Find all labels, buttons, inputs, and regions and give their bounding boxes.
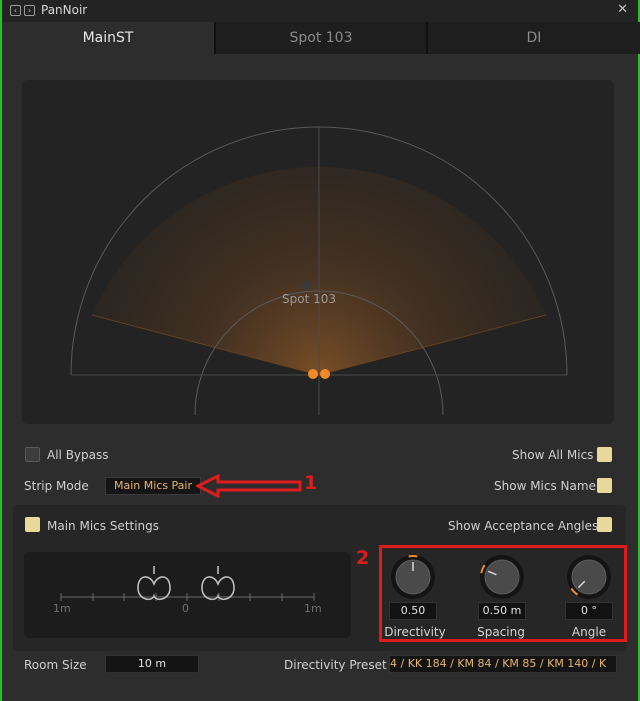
room-size-label: Room Size xyxy=(24,658,87,672)
tab-di[interactable]: DI xyxy=(426,22,640,54)
strip-mode-label: Strip Mode xyxy=(24,479,89,493)
show-mics-name-label: Show Mics Name xyxy=(494,479,596,493)
spot-mic-marker[interactable] xyxy=(301,280,311,290)
nav-next-icon[interactable]: › xyxy=(24,5,35,16)
right-mic-icon xyxy=(201,566,235,601)
scale-left-label: 1m xyxy=(53,602,71,615)
tab-mainst[interactable]: MainST xyxy=(2,22,214,54)
directivity-knob-graphic xyxy=(391,555,435,599)
scale-center-label: 0 xyxy=(182,602,189,615)
main-mics-settings-checkbox[interactable] xyxy=(25,517,40,532)
mic-spacing-graphic xyxy=(60,566,315,601)
window-title: PanNoir xyxy=(41,3,88,17)
main-mic-left[interactable] xyxy=(308,369,318,379)
directivity-value[interactable]: 0.50 xyxy=(389,602,437,620)
panner-graphic xyxy=(70,126,568,416)
all-bypass-checkbox[interactable] xyxy=(25,447,40,462)
spacing-value[interactable]: 0.50 m xyxy=(478,602,526,620)
spacing-label: Spacing xyxy=(477,625,525,639)
tab-bar: MainST Spot 103 DI xyxy=(2,22,640,54)
annotation-marker-1: 1 xyxy=(304,472,318,494)
main-mic-right[interactable] xyxy=(320,369,330,379)
directivity-preset-field[interactable]: 4 / KK 184 / KM 84 / KM 85 / KM 140 / K xyxy=(389,655,617,673)
main-mics-settings-label: Main Mics Settings xyxy=(47,519,160,533)
left-mic-icon xyxy=(137,566,171,601)
scale-right-label: 1m xyxy=(304,602,322,615)
strip-mode-dropdown[interactable]: Main Mics Pair xyxy=(105,477,201,495)
spacing-knob[interactable] xyxy=(478,553,526,601)
room-size-field[interactable]: 10 m xyxy=(105,655,199,673)
panner-view[interactable]: Spot 103 xyxy=(22,80,614,424)
angle-value[interactable]: 0 ° xyxy=(565,602,613,620)
annotation-arrow xyxy=(196,474,302,498)
all-bypass-label: All Bypass xyxy=(47,448,109,462)
show-acceptance-angles-checkbox[interactable] xyxy=(597,517,612,532)
directivity-knob[interactable] xyxy=(389,553,437,601)
show-acceptance-angles-label: Show Acceptance Angles xyxy=(448,519,599,533)
angle-knob-graphic xyxy=(567,555,611,599)
title-bar: ‹ › PanNoir ✕ xyxy=(2,0,638,22)
nav-prev-icon[interactable]: ‹ xyxy=(10,5,21,16)
directivity-label: Directivity xyxy=(384,625,446,639)
show-mics-name-checkbox[interactable] xyxy=(597,478,612,493)
spacing-knob-graphic xyxy=(480,555,524,599)
show-all-mics-checkbox[interactable] xyxy=(597,447,612,462)
angle-label: Angle xyxy=(571,625,607,639)
annotation-marker-2: 2 xyxy=(356,547,370,569)
close-icon[interactable]: ✕ xyxy=(617,2,628,17)
mic-spacing-view[interactable]: 1m 0 1m xyxy=(24,552,351,638)
spot-mic-label: Spot 103 xyxy=(282,292,336,306)
angle-knob[interactable] xyxy=(565,553,613,601)
knob-body xyxy=(484,559,520,595)
directivity-preset-label: Directivity Preset xyxy=(284,658,387,672)
tab-spot-103[interactable]: Spot 103 xyxy=(214,22,426,54)
show-all-mics-label: Show All Mics xyxy=(512,448,594,462)
knob-body xyxy=(571,559,607,595)
